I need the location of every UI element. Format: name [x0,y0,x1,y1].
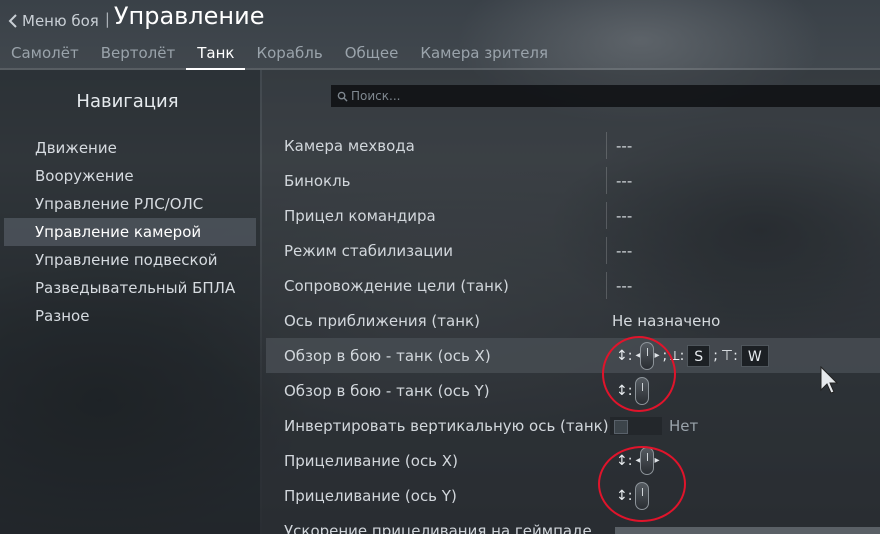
search-placeholder: Поиск... [351,89,401,103]
control-row[interactable]: Сопровождение цели (танк) --- [266,268,880,303]
semicolon: ; [713,347,718,364]
control-label: Обзор в бою - танк (ось Y) [284,381,490,400]
controls-panel: Поиск... Камера мехвода --- Бинокль --- … [262,70,880,534]
invert-toggle[interactable] [610,416,662,435]
control-binding[interactable]: Нет [610,416,699,435]
search-icon [337,91,348,102]
row-divider [606,237,607,264]
row-divider [606,132,607,159]
back-label: Меню боя [22,12,99,30]
control-binding[interactable]: --- [616,242,632,260]
control-row[interactable]: Камера мехвода --- [266,128,880,163]
control-row-selected[interactable]: Обзор в бою - танк (ось X) ↕: ◂ ▸ ; ⟂: S … [266,338,880,373]
key-s[interactable]: S [687,344,711,367]
nav-item-weapons[interactable]: Вооружение [4,162,256,190]
control-label: Прицел командира [284,206,436,225]
control-label: Сопровождение цели (танк) [284,276,509,295]
chevron-left-icon [8,14,17,28]
tab-ship[interactable]: Корабль [245,38,333,68]
control-label: Прицеливание (ось Y) [284,486,457,505]
key-w[interactable]: W [740,344,769,367]
control-binding[interactable]: --- [616,277,632,295]
navigation-list: Движение Вооружение Управление РЛС/ОЛС У… [4,134,256,330]
control-label: Ускорение прицеливания на геймпаде [284,521,592,534]
control-label: Инвертировать вертикальную ось (танк) [284,416,609,435]
control-row[interactable]: Прицел командира --- [266,198,880,233]
control-label: Камера мехвода [284,136,415,155]
control-binding[interactable]: --- [616,137,632,155]
header: Меню боя | Управление [0,0,880,30]
cursor-icon [820,366,838,394]
nav-item-suspension[interactable]: Управление подвеской [4,246,256,274]
tab-spectator-camera[interactable]: Камера зрителя [409,38,559,68]
control-row[interactable]: Инвертировать вертикальную ось (танк) Не… [266,408,880,443]
annotation-circle [598,446,686,522]
nav-item-misc[interactable]: Разное [4,302,256,330]
header-separator: | [104,10,110,28]
control-row[interactable]: Прицеливание (ось X) ↕: ◂ ▸ [266,443,880,478]
row-divider [606,167,607,194]
navigation-panel: Навигация Движение Вооружение Управление… [0,70,260,534]
tab-tank[interactable]: Танк [186,38,246,70]
control-binding[interactable]: Не назначено [612,312,720,330]
nav-item-movement[interactable]: Движение [4,134,256,162]
annotation-circle [602,336,676,412]
search-input[interactable]: Поиск... [331,85,880,107]
row-divider [606,272,607,299]
tab-aircraft[interactable]: Самолёт [0,38,90,68]
control-row[interactable]: Бинокль --- [266,163,880,198]
control-binding[interactable]: --- [616,172,632,190]
controls-list: Камера мехвода --- Бинокль --- Прицел ко… [266,128,880,534]
axis-plus-icon: ⊤: [720,347,738,364]
back-button[interactable]: Меню боя [8,12,99,30]
control-row[interactable]: Режим стабилизации --- [266,233,880,268]
tab-common[interactable]: Общее [334,38,410,68]
page-title: Управление [113,2,265,30]
tab-bar: Самолёт Вертолёт Танк Корабль Общее Каме… [0,38,880,70]
control-row[interactable]: Прицеливание (ось Y) ↕: [266,478,880,513]
control-label: Режим стабилизации [284,241,454,260]
nav-item-radar[interactable]: Управление РЛС/ОЛС [4,190,256,218]
control-row[interactable]: Обзор в бою - танк (ось Y) ↕: [266,373,880,408]
nav-item-camera-control[interactable]: Управление камерой [4,218,256,246]
control-label: Бинокль [284,171,351,190]
nav-item-recon-drone[interactable]: Разведывательный БПЛА [4,274,256,302]
navigation-title: Навигация [76,91,179,112]
control-label: Обзор в бою - танк (ось X) [284,346,491,365]
toggle-value: Нет [669,416,699,435]
control-binding[interactable]: --- [616,207,632,225]
control-row[interactable]: Ось приближения (танк) Не назначено [266,303,880,338]
tab-helicopter[interactable]: Вертолёт [90,38,187,68]
control-label: Прицеливание (ось X) [284,451,458,470]
row-divider [606,202,607,229]
control-label: Ось приближения (танк) [284,311,480,330]
scrollbar[interactable] [615,527,880,534]
